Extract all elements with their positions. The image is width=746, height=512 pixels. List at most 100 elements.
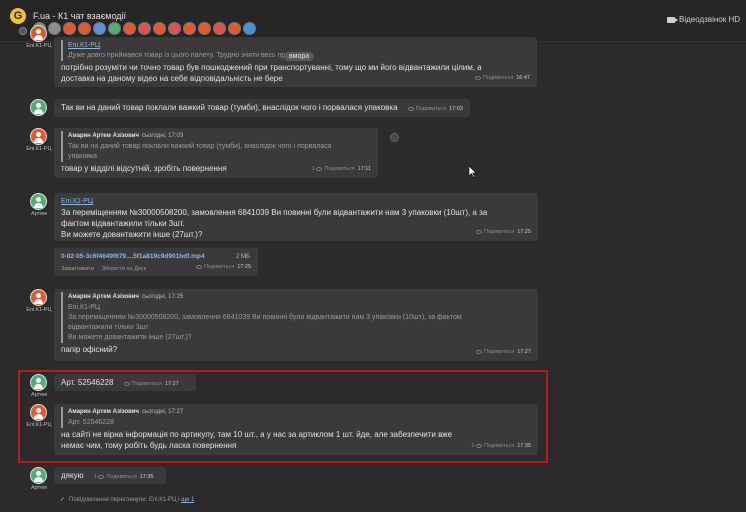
quote-author: Амарян Артем Азізович [68,294,139,300]
message-status: Подивиться [106,474,137,480]
seen-icon [475,349,482,354]
member-avatar[interactable] [198,22,211,35]
member-avatar[interactable] [153,22,166,35]
message-bubble: Амарян Артем Азізович сьогодні, 17:03 Так… [54,128,378,178]
message-meta: 1 Подивиться 17:35 [471,441,531,452]
message-time: 17:35 [517,443,531,449]
quote-time: сьогодні, 17:03 [141,133,184,139]
camera-icon [666,16,678,23]
message-time: 17:03 [449,106,463,112]
message-time: 17:27 [164,381,179,387]
save-to-disk-link[interactable]: Зберегти на Диск [102,266,146,272]
message-quote[interactable]: Амарян Артем Азізович сьогодні, 17:27 Арт… [61,407,531,428]
message-bubble: Епі.К1-РЦ Дуже довго приймався товар із … [54,37,537,87]
app-logo-icon[interactable]: G [10,8,26,24]
avatar[interactable] [30,289,47,306]
seen-icon [123,381,130,386]
author-label: Епі.К1-РЦ [26,307,52,313]
read-count: 1 [311,166,315,172]
quote-author-link[interactable]: Епі.К1-РЦ [68,40,530,51]
message-bubble: дякую 1 Подивиться 17:35 [54,467,166,484]
message-meta: Подивиться 17:03 [407,104,463,115]
message-bubble: Амарян Артем Азізович сьогодні, 17:27 Арт… [54,404,538,455]
message-text-2: Ви можете довантажити інше (27шт.)? [61,230,203,239]
message-meta: Подивиться 17:27 [123,379,179,390]
member-avatar[interactable] [168,22,181,35]
member-avatar[interactable] [228,22,241,35]
message-meta: Подивиться 17:27 [475,347,531,358]
chat-title[interactable]: F.ua - К1 чат взаємодії [33,11,126,21]
avatar[interactable] [30,404,47,421]
message-bubble: Епі.К1-РЦ За переміщенням №30000508200, … [54,193,538,241]
avatar[interactable] [30,25,47,42]
member-avatar[interactable] [138,22,151,35]
message-meta: 1 Подивиться 17:11 [312,164,371,175]
avatar[interactable] [30,99,47,116]
quote-text-2: Ви можете довантажити інше (27шт.)? [68,334,192,341]
member-avatar[interactable] [243,22,256,35]
message-text: дякую [61,471,84,480]
file-attachment[interactable]: 0-02-05-3c6f4649f679....5f1a819c9d901bdf… [54,248,258,276]
message-text: потрібно розуміти чи точно товар був пош… [61,63,482,83]
seen-icon [195,264,202,269]
quote-mention: Епі.К1-РЦ [68,304,101,311]
message-status: Подивиться [203,264,235,270]
avatar[interactable] [30,467,47,484]
message-status: Подивиться [324,166,355,172]
message-status: Подивиться [415,106,447,112]
member-avatar[interactable] [63,22,76,35]
message-status: Подивиться [483,349,515,355]
message-meta: 1 Подивиться 17:35 [94,472,154,483]
seen-by-more-link[interactable]: ще 1 [181,497,194,503]
message-status: Подивиться [483,229,515,235]
member-avatar[interactable] [123,22,136,35]
quote-time: сьогодні, 17:27 [141,409,184,415]
author-label: Артем [31,392,47,398]
author-label: Епі.К1-РЦ [26,422,52,428]
seen-icon [474,75,481,80]
seen-by-line: ✓ Повідомлення переглянули: Епі.К1-РЦ і щ… [60,496,194,503]
chat-lock-icon [19,27,27,35]
quote-author: Амарян Артем Азізович [68,409,139,415]
message-status: Подивиться [131,381,162,387]
message-text: на сайті не вірна інформація по артикулу… [61,430,453,450]
member-avatar[interactable] [93,22,106,35]
member-avatars[interactable] [33,22,256,35]
message-quote[interactable]: Амарян Артем Азізович сьогодні, 17:03 Так… [61,131,371,162]
message-status: Подивиться [483,443,515,449]
message-menu-icon[interactable] [390,133,399,142]
message-time: 17:25 [517,229,531,235]
quote-text: Так ви на даний товар поклали важкий тов… [68,143,332,160]
member-avatar[interactable] [183,22,196,35]
avatar[interactable] [30,193,47,210]
video-call-button[interactable]: Відеодзвінок HD [666,15,740,24]
file-name-link[interactable]: 0-02-05-3c6f4649f679....5f1a819c9d901bdf… [61,251,251,262]
avatar[interactable] [30,128,47,145]
seen-icon [475,443,482,448]
message-text: папір офісний? [61,345,118,354]
author-label: Артем [31,485,47,491]
member-avatar[interactable] [78,22,91,35]
message-time: 17:25 [237,264,251,270]
message-time: 16:47 [516,75,530,81]
mention-link[interactable]: Епі.К1-РЦ [61,196,531,207]
checkmark-icon: ✓ [60,497,66,503]
member-avatar[interactable] [48,22,61,35]
seen-by-text: Повідомлення переглянули: Епі.К1-РЦ і [69,497,180,503]
message-text: Так ви на даний товар поклали важкий тов… [61,103,398,112]
download-link[interactable]: Завантажити [61,266,94,272]
quote-text: Арт. 52546228 [68,419,114,426]
message-meta: Подивиться 17:25 [475,227,531,238]
member-avatar[interactable] [213,22,226,35]
avatar[interactable] [30,374,47,391]
message-bubble: Амарян Артем Азізович сьогодні, 17:25 Епі… [54,289,538,361]
quote-author: Амарян Артем Азізович [68,133,139,139]
message-time: 17:11 [357,166,371,172]
seen-icon [98,474,105,479]
message-status: Подивиться [482,75,514,81]
author-label: Епі.К1-РЦ [26,43,52,49]
seen-icon [316,166,323,171]
member-avatar[interactable] [108,22,121,35]
seen-icon [475,229,482,234]
message-quote[interactable]: Амарян Артем Азізович сьогодні, 17:25 Епі… [61,292,531,343]
